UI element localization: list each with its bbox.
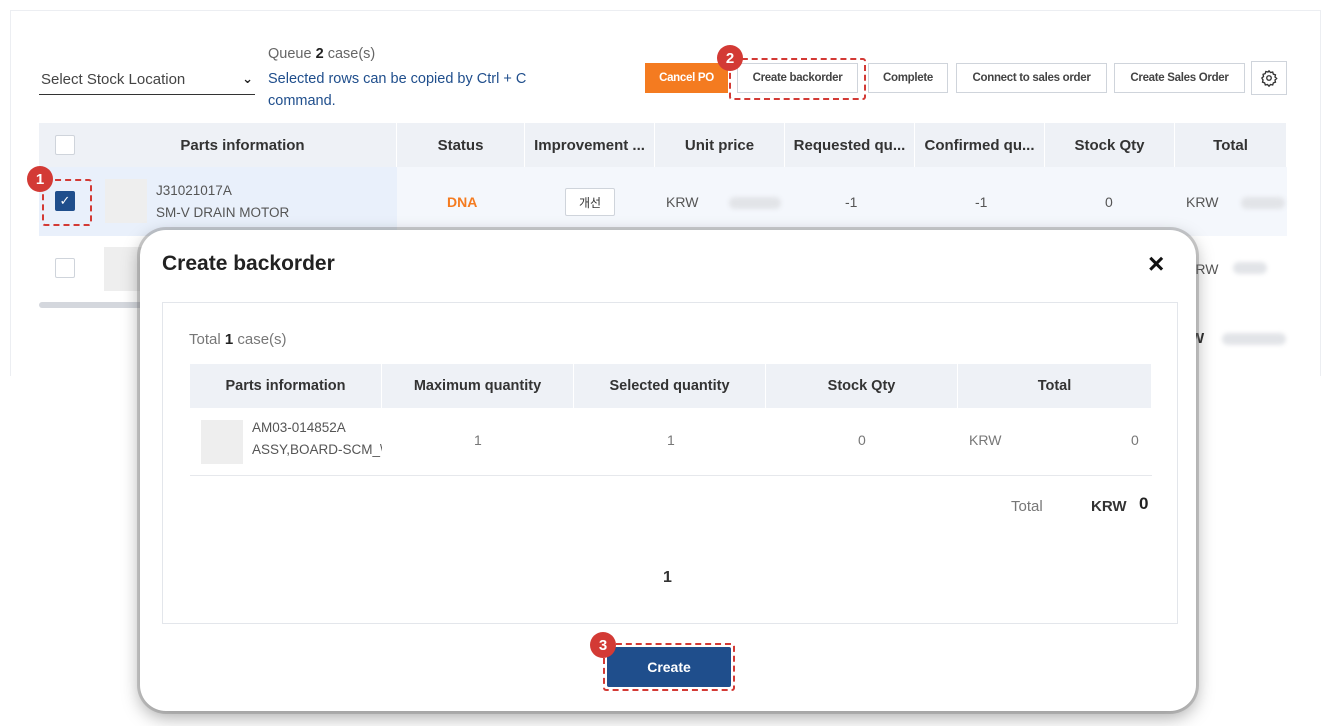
step-badge-3: 3 (590, 632, 616, 658)
stock-location-select[interactable]: Select Stock Location ⌄ (39, 64, 255, 95)
selected-quantity: 1 (667, 432, 675, 448)
col-parts-information[interactable]: Parts information (89, 123, 397, 167)
close-icon[interactable]: × (1148, 250, 1164, 278)
col-stock-qty[interactable]: Stock Qty (1045, 123, 1175, 167)
create-sales-order-button[interactable]: Create Sales Order (1114, 63, 1245, 93)
part-name: ASSY,BOARD-SCM_\ (252, 442, 382, 457)
col-improvement[interactable]: Improvement ... (525, 123, 655, 167)
copy-hint: Selected rows can be copied by Ctrl + C … (268, 71, 527, 109)
col-total[interactable]: Total (1175, 123, 1287, 167)
row-selected-background (39, 167, 397, 236)
col-status[interactable]: Status (397, 123, 525, 167)
confirmed-qty: -1 (975, 194, 988, 210)
part-thumbnail (201, 420, 243, 464)
row-checkbox[interactable] (55, 258, 75, 278)
total-value: 0 (1131, 432, 1139, 448)
step-badge-2: 2 (717, 45, 743, 71)
col-requested-qty[interactable]: Requested qu... (785, 123, 915, 167)
status-badge: DNA (447, 194, 478, 210)
grand-total-currency: KRW (1091, 498, 1127, 515)
col-stock-qty[interactable]: Stock Qty (766, 364, 958, 408)
modal-table-row: AM03-014852A ASSY,BOARD-SCM_\ 1 1 0 KRW … (190, 408, 1152, 476)
stock-location-placeholder: Select Stock Location (41, 70, 186, 88)
col-selected-quantity[interactable]: Selected quantity (574, 364, 766, 408)
modal-table-header: Parts information Maximum quantity Selec… (190, 364, 1152, 408)
col-maximum-quantity[interactable]: Maximum quantity (382, 364, 574, 408)
part-number: AM03-014852A (252, 420, 346, 435)
total-currency: KRW (1186, 194, 1219, 210)
pagination-page[interactable]: 1 (663, 569, 672, 587)
queue-count: Queue 2 case(s) (268, 46, 376, 62)
chevron-down-icon: ⌄ (242, 71, 253, 86)
maximum-quantity: 1 (474, 432, 482, 448)
stock-qty: 0 (1105, 194, 1113, 210)
total-value-blurred (1233, 262, 1267, 274)
unit-price-value-blurred (729, 197, 781, 209)
create-backorder-modal: Create backorder × Total 1 case(s) Parts… (140, 230, 1196, 711)
complete-button[interactable]: Complete (868, 63, 948, 93)
stock-qty: 0 (858, 432, 866, 448)
part-number: J31021017A (156, 183, 232, 198)
settings-button[interactable] (1251, 61, 1287, 95)
connect-sales-order-button[interactable]: Connect to sales order (956, 63, 1107, 93)
part-thumbnail (105, 179, 147, 223)
highlight-create-backorder (729, 58, 866, 100)
footer-total-blurred (1222, 333, 1286, 345)
total-currency: KRW (969, 432, 1002, 448)
unit-price-currency: KRW (666, 194, 699, 210)
requested-qty: -1 (845, 194, 858, 210)
total-cases: Total 1 case(s) (189, 331, 287, 348)
total-value-blurred (1241, 197, 1285, 209)
col-total[interactable]: Total (958, 364, 1152, 408)
col-unit-price[interactable]: Unit price (655, 123, 785, 167)
col-confirmed-qty[interactable]: Confirmed qu... (915, 123, 1045, 167)
highlight-create-button (603, 643, 735, 691)
modal-title: Create backorder (162, 252, 335, 275)
grand-total-label: Total (1011, 498, 1043, 515)
col-parts-information[interactable]: Parts information (190, 364, 382, 408)
modal-content: Total 1 case(s) Parts information Maximu… (162, 302, 1178, 624)
part-name: SM-V DRAIN MOTOR (156, 205, 290, 220)
table-header: Parts information Status Improvement ...… (39, 123, 1287, 167)
gear-icon (1261, 69, 1278, 87)
cancel-po-button[interactable]: Cancel PO (645, 63, 728, 93)
table-row[interactable]: ✓ J31021017A SM-V DRAIN MOTOR DNA 개선 KRW… (39, 167, 1287, 236)
grand-total-value: 0 (1139, 494, 1149, 513)
select-all-checkbox[interactable] (55, 135, 75, 155)
improvement-button[interactable]: 개선 (565, 188, 615, 216)
step-badge-1: 1 (27, 166, 53, 192)
